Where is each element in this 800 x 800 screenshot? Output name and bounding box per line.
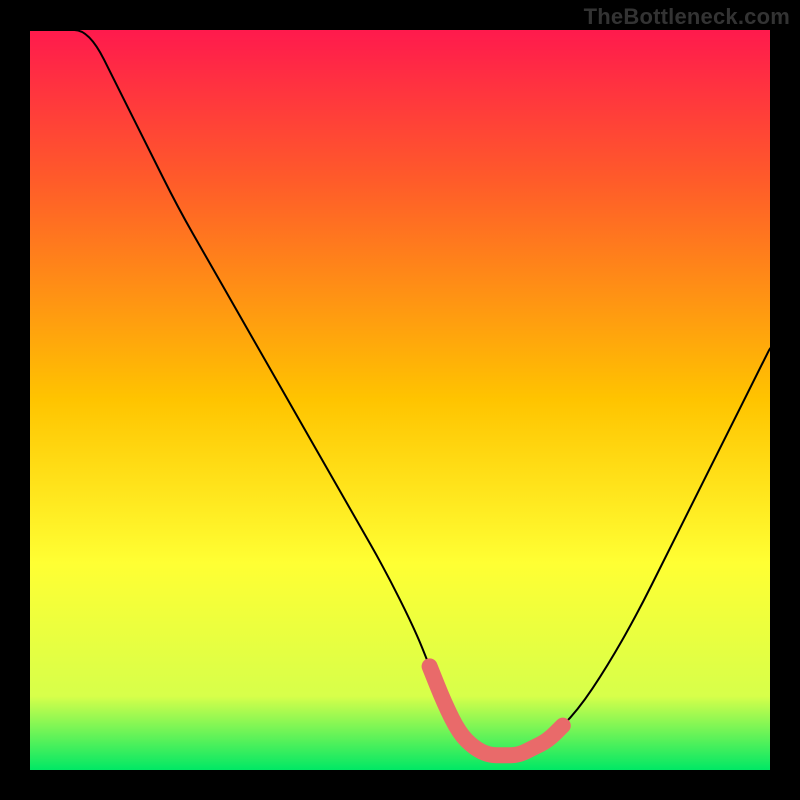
bottleneck-chart bbox=[0, 0, 800, 800]
gradient-background bbox=[30, 30, 770, 770]
watermark-text: TheBottleneck.com bbox=[584, 4, 790, 30]
chart-frame: TheBottleneck.com bbox=[0, 0, 800, 800]
